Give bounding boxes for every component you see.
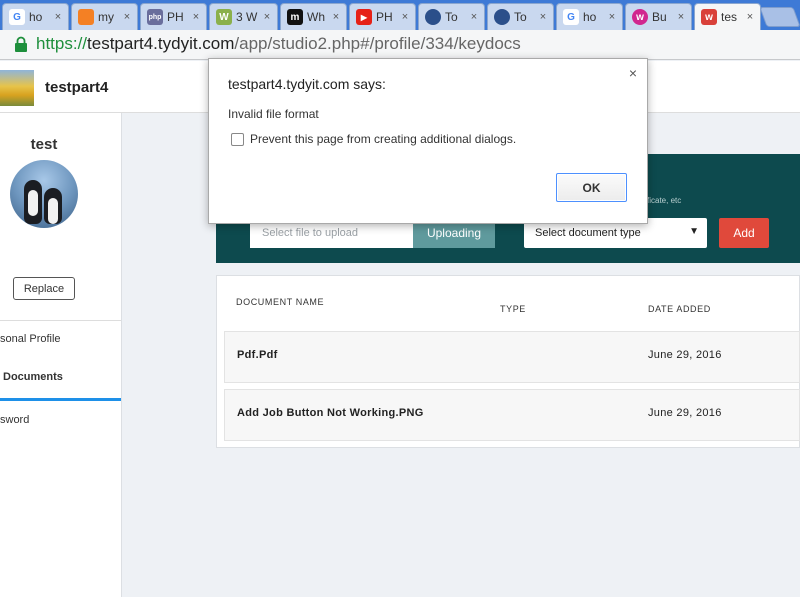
- sidebar-item-password[interactable]: sword: [0, 414, 29, 426]
- browser-tab-2[interactable]: my ×: [71, 3, 138, 30]
- document-name-cell: Pdf.Pdf: [237, 349, 278, 361]
- tab-title: tes: [721, 10, 738, 24]
- browser-tab-9[interactable]: G ho ×: [556, 3, 623, 30]
- browser-tab-11-active[interactable]: w tes ×: [694, 3, 761, 30]
- google-icon: G: [563, 9, 579, 25]
- active-item-indicator: [0, 398, 121, 401]
- sidebar-item-personal-profile[interactable]: sonal Profile: [0, 333, 61, 345]
- add-document-button[interactable]: Add: [719, 218, 769, 248]
- url-protocol: https://: [36, 34, 88, 53]
- tab-title: ho: [583, 10, 597, 24]
- tab-title: To: [514, 10, 527, 24]
- document-name-cell: Add Job Button Not Working.PNG: [237, 407, 424, 419]
- google-icon: G: [9, 9, 25, 25]
- tab-title: ho: [29, 10, 43, 24]
- close-tab-icon[interactable]: ×: [399, 11, 411, 23]
- close-icon[interactable]: ×: [629, 65, 637, 81]
- penguin-figure: [44, 188, 62, 224]
- browser-toolbar: https://testpart4.tydyit.com/app/studio2…: [0, 30, 800, 60]
- tab-title: Wh: [307, 10, 325, 24]
- browser-tab-1[interactable]: G ho ×: [2, 3, 69, 30]
- browser-tab-7[interactable]: To ×: [418, 3, 485, 30]
- divider: [0, 320, 121, 321]
- tab-title: PH: [167, 10, 184, 24]
- youtube-icon: ▶: [356, 9, 372, 25]
- close-tab-icon[interactable]: ×: [261, 11, 273, 23]
- dialog-message: Invalid file format: [228, 107, 319, 121]
- url-path: /app/studio2.php#/profile/334/keydocs: [234, 34, 521, 53]
- profile-sidebar: test Replace sonal Profile Documents swo…: [0, 113, 122, 597]
- upload-hint-text: ficate, etc: [647, 196, 682, 205]
- close-tab-icon[interactable]: ×: [606, 11, 618, 23]
- tab-title: Bu: [652, 10, 667, 24]
- close-tab-icon[interactable]: ×: [675, 11, 687, 23]
- alert-dialog: testpart4.tydyit.com says: × Invalid fil…: [208, 58, 648, 224]
- tab-title: PH: [376, 10, 393, 24]
- stackoverflow-icon: [78, 9, 94, 25]
- wikihow-icon: W: [216, 9, 232, 25]
- avatar: [10, 160, 78, 228]
- globe-icon: [494, 9, 510, 25]
- close-tab-icon[interactable]: ×: [744, 11, 756, 23]
- tydy-icon: w: [701, 9, 717, 25]
- tab-title: 3 W: [236, 10, 258, 24]
- new-tab-button[interactable]: [759, 7, 800, 27]
- dialog-title: testpart4.tydyit.com says:: [228, 76, 386, 92]
- prevent-dialogs-checkbox[interactable]: [231, 133, 244, 146]
- prevent-dialogs-label[interactable]: Prevent this page from creating addition…: [250, 132, 516, 146]
- brand-name[interactable]: testpart4: [45, 79, 108, 96]
- browser-tab-6[interactable]: ▶ PH ×: [349, 3, 416, 30]
- url-host: testpart4.tydyit.com: [87, 34, 235, 53]
- document-type-value: Select document type: [535, 227, 641, 239]
- sidebar-item-documents[interactable]: Documents: [3, 371, 63, 383]
- php-icon: php: [147, 9, 163, 25]
- browser-tab-3[interactable]: php PH ×: [140, 3, 207, 30]
- browser-tab-5[interactable]: m Wh ×: [280, 3, 347, 30]
- tab-title: To: [445, 10, 458, 24]
- close-tab-icon[interactable]: ×: [121, 11, 133, 23]
- tab-title: my: [98, 10, 114, 24]
- browser-tab-strip: G ho × my × php PH × W 3 W × m Wh × ▶ PH…: [0, 0, 800, 30]
- browser-tab-10[interactable]: w Bu ×: [625, 3, 692, 30]
- browser-tab-8[interactable]: To ×: [487, 3, 554, 30]
- document-date-cell: June 29, 2016: [648, 349, 722, 361]
- column-header-type: TYPE: [500, 304, 526, 314]
- column-header-document-name: DOCUMENT NAME: [236, 297, 325, 307]
- m-icon: m: [287, 9, 303, 25]
- wix-icon: w: [632, 9, 648, 25]
- address-bar[interactable]: https://testpart4.tydyit.com/app/studio2…: [36, 34, 521, 54]
- globe-icon: [425, 9, 441, 25]
- dropdown-caret-icon: ▼: [689, 226, 699, 237]
- lock-icon: [15, 36, 27, 52]
- close-tab-icon[interactable]: ×: [537, 11, 549, 23]
- column-header-date-added: DATE ADDED: [648, 304, 711, 314]
- close-tab-icon[interactable]: ×: [190, 11, 202, 23]
- close-tab-icon[interactable]: ×: [52, 11, 64, 23]
- close-tab-icon[interactable]: ×: [468, 11, 480, 23]
- replace-photo-button[interactable]: Replace: [13, 277, 75, 300]
- brand-logo-image[interactable]: [0, 70, 34, 106]
- profile-username: test: [30, 136, 58, 153]
- document-date-cell: June 29, 2016: [648, 407, 722, 419]
- penguin-figure: [24, 180, 42, 224]
- close-tab-icon[interactable]: ×: [330, 11, 342, 23]
- browser-tab-4[interactable]: W 3 W ×: [209, 3, 278, 30]
- ok-button[interactable]: OK: [556, 173, 627, 202]
